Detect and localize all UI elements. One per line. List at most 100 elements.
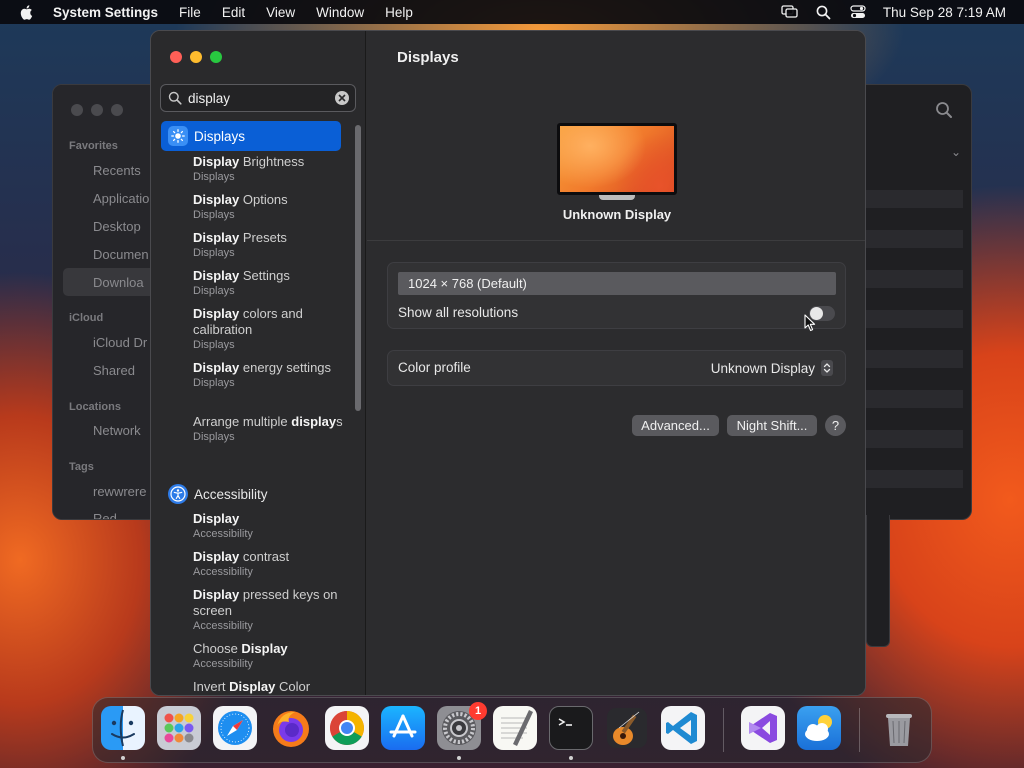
color-profile-value: Unknown Display xyxy=(710,360,815,376)
dock-terminal-icon[interactable] xyxy=(549,706,593,750)
accessibility-icon xyxy=(168,484,188,504)
running-indicator xyxy=(121,756,125,760)
finder-item-recents[interactable]: Recents xyxy=(93,163,141,178)
search-result-item[interactable]: Display Presets Displays xyxy=(193,230,343,260)
dock-trash-icon[interactable] xyxy=(877,706,921,750)
search-result-item[interactable]: Display pressed keys on screen Accessibi… xyxy=(193,587,343,633)
displays-pane: Displays Unknown Display 1024 × 768 (Def… xyxy=(367,31,865,695)
finder-section-favorites: Favorites xyxy=(69,140,118,152)
menu-view[interactable]: View xyxy=(266,5,295,20)
display-name: Unknown Display xyxy=(562,207,672,222)
menu-window[interactable]: Window xyxy=(316,5,364,20)
control-center-icon[interactable] xyxy=(849,3,867,21)
dock-app-store-icon[interactable] xyxy=(381,706,425,750)
sidebar-scrollbar[interactable] xyxy=(355,125,361,411)
search-field[interactable] xyxy=(160,84,356,112)
finder-tag-item[interactable]: rewwrere xyxy=(93,484,146,499)
finder-item-applications[interactable]: Applicatio xyxy=(93,191,149,206)
finder-search-icon[interactable] xyxy=(935,101,953,119)
clear-search-icon[interactable] xyxy=(335,91,349,105)
menu-app-name[interactable]: System Settings xyxy=(53,5,158,20)
dock-launchpad-icon[interactable] xyxy=(157,706,201,750)
running-indicator xyxy=(569,756,573,760)
sidebar-item-label: Accessibility xyxy=(194,486,268,502)
search-result-item[interactable]: Arrange multiple displays Displays xyxy=(193,414,343,444)
search-result-item[interactable]: Display Brightness Displays xyxy=(193,154,343,184)
menu-clock[interactable]: Thu Sep 28 7:19 AM xyxy=(883,5,1006,20)
advanced-button[interactable]: Advanced... xyxy=(632,415,719,436)
search-input[interactable] xyxy=(188,90,328,106)
menu-bar: System Settings File Edit View Window He… xyxy=(0,0,1024,24)
system-settings-window: Displays Display Brightness Displays Dis… xyxy=(150,30,866,696)
finder-item-shared[interactable]: Shared xyxy=(93,363,135,378)
display-stand xyxy=(599,195,635,200)
search-result-item[interactable]: Display Accessibility xyxy=(193,511,343,541)
menu-help[interactable]: Help xyxy=(385,5,413,20)
night-shift-button[interactable]: Night Shift... xyxy=(727,415,817,436)
notification-badge: 1 xyxy=(469,702,487,720)
apple-logo-icon[interactable] xyxy=(18,3,36,21)
menu-file[interactable]: File xyxy=(179,5,201,20)
sidebar-item-label: Displays xyxy=(194,128,246,144)
close-button[interactable] xyxy=(170,51,182,63)
screen-mirroring-icon[interactable] xyxy=(781,3,799,21)
dock-garageband-icon[interactable] xyxy=(605,706,649,750)
dock-separator xyxy=(723,708,724,752)
dock-firefox-icon[interactable] xyxy=(269,706,313,750)
menu-edit[interactable]: Edit xyxy=(222,5,245,20)
search-result-item[interactable]: Display Options Displays xyxy=(193,192,343,222)
search-result-item[interactable]: Choose Display Accessibility xyxy=(193,641,343,671)
display-thumbnail[interactable] xyxy=(557,123,677,195)
resolution-option-selected[interactable]: 1024 × 768 (Default) xyxy=(398,272,836,295)
finder-section-tags: Tags xyxy=(69,461,94,473)
search-result-item[interactable]: Display energy settings Displays xyxy=(193,360,343,390)
popup-chevrons-icon xyxy=(821,360,833,376)
dock-chrome-icon[interactable] xyxy=(325,706,369,750)
finder-tag-item[interactable]: Red xyxy=(93,511,117,519)
settings-sidebar: Displays Display Brightness Displays Dis… xyxy=(151,31,366,695)
finder-list-row xyxy=(865,190,963,208)
finder-chevron-down-icon[interactable]: ⌄ xyxy=(951,145,961,159)
dock-vscode-icon[interactable] xyxy=(661,706,705,750)
dock-weather-icon[interactable] xyxy=(797,706,841,750)
finder-item-network[interactable]: Network xyxy=(93,423,141,438)
color-profile-label: Color profile xyxy=(398,360,471,375)
running-indicator xyxy=(457,756,461,760)
finder-item-desktop[interactable]: Desktop xyxy=(93,219,141,234)
color-profile-popup[interactable]: Unknown Display xyxy=(711,360,833,376)
dock-finder-icon[interactable] xyxy=(101,706,145,750)
mouse-pointer-icon xyxy=(804,314,816,332)
search-result-item[interactable]: Display contrast Accessibility xyxy=(193,549,343,579)
page-title: Displays xyxy=(397,49,459,66)
show-all-resolutions-label: Show all resolutions xyxy=(398,305,519,320)
window-controls xyxy=(170,51,222,63)
dock-visual-studio-icon[interactable] xyxy=(741,706,785,750)
finder-list-row xyxy=(865,470,963,488)
help-button[interactable]: ? xyxy=(825,415,846,436)
resolution-group: 1024 × 768 (Default) Show all resolution… xyxy=(387,262,846,329)
dock-textedit-icon[interactable] xyxy=(493,706,537,750)
finder-window-controls xyxy=(71,104,123,116)
sidebar-item-displays[interactable]: Displays xyxy=(161,121,341,151)
finder-item-downloads[interactable]: Downloa xyxy=(93,275,144,290)
search-result-item[interactable]: Invert Display Color xyxy=(193,679,343,695)
dock-separator xyxy=(859,708,860,752)
finder-section-locations: Locations xyxy=(69,401,121,413)
search-result-item[interactable]: Display colors and calibration Displays xyxy=(193,306,343,352)
finder-section-icloud: iCloud xyxy=(69,312,104,324)
sidebar-item-accessibility[interactable]: Accessibility xyxy=(161,479,341,509)
spotlight-search-icon[interactable] xyxy=(815,3,833,21)
minimize-button[interactable] xyxy=(190,51,202,63)
sun-icon xyxy=(168,126,188,146)
search-icon xyxy=(168,91,182,105)
background-window-edge xyxy=(866,515,890,647)
zoom-button[interactable] xyxy=(210,51,222,63)
color-profile-group: Color profile Unknown Display xyxy=(387,350,846,386)
search-result-item[interactable]: Display Settings Displays xyxy=(193,268,343,298)
finder-item-documents[interactable]: Documen xyxy=(93,247,149,262)
finder-list-row xyxy=(865,350,963,368)
finder-list-row xyxy=(865,230,963,248)
dock: 1 xyxy=(92,697,932,763)
dock-safari-icon[interactable] xyxy=(213,706,257,750)
finder-item-icloud-drive[interactable]: iCloud Dr xyxy=(93,335,147,350)
